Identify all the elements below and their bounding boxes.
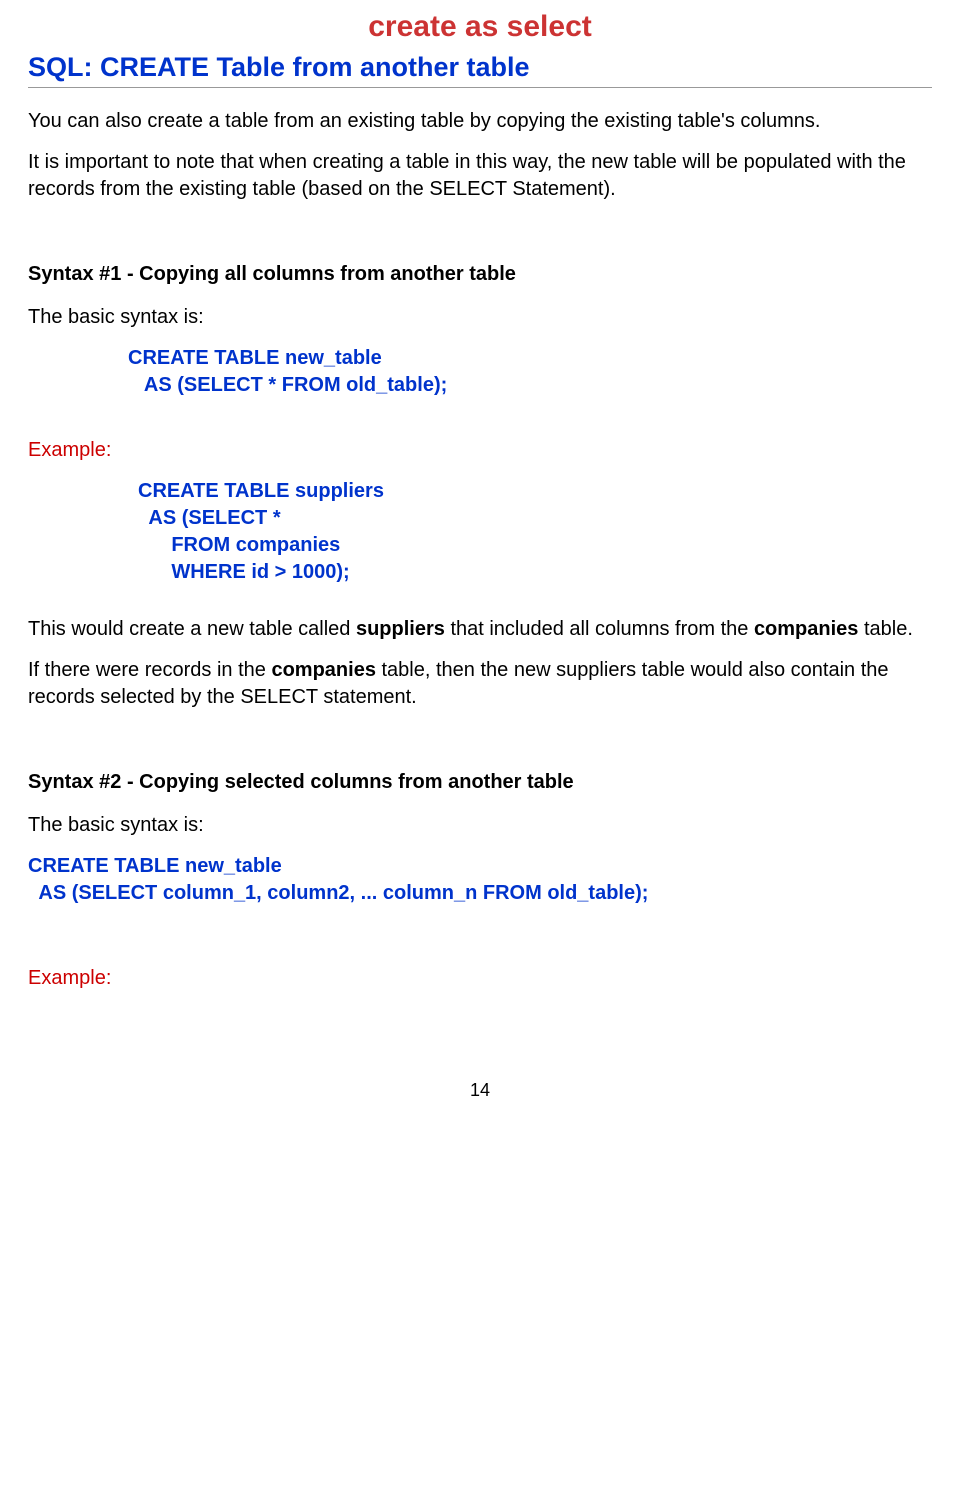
bold-term: companies: [271, 659, 375, 681]
example-label-2: Example:: [28, 967, 932, 990]
page-subtitle: SQL: CREATE Table from another table: [28, 52, 932, 83]
result-paragraph-1: This would create a new table called sup…: [28, 616, 932, 643]
document-page: create as select SQL: CREATE Table from …: [0, 0, 960, 1141]
syntax-2-code: CREATE TABLE new_table AS (SELECT column…: [28, 853, 932, 907]
syntax-2-heading: Syntax #2 - Copying selected columns fro…: [28, 771, 932, 794]
syntax-2-lead: The basic syntax is:: [28, 812, 932, 839]
syntax-1-code: CREATE TABLE new_table AS (SELECT * FROM…: [128, 345, 932, 399]
text: This would create a new table called: [28, 618, 356, 640]
page-title: create as select: [28, 10, 932, 44]
text: table.: [858, 618, 912, 640]
bold-term: companies: [754, 618, 858, 640]
bold-term: suppliers: [356, 618, 445, 640]
syntax-1-heading: Syntax #1 - Copying all columns from ano…: [28, 263, 932, 286]
intro-paragraph-1: You can also create a table from an exis…: [28, 108, 932, 135]
page-number: 14: [28, 1080, 932, 1101]
example-1-code: CREATE TABLE suppliers AS (SELECT * FROM…: [138, 478, 932, 586]
divider: [28, 87, 932, 88]
example-label-1: Example:: [28, 439, 932, 462]
intro-paragraph-2: It is important to note that when creati…: [28, 149, 932, 203]
text: If there were records in the: [28, 659, 271, 681]
text: that included all columns from the: [445, 618, 754, 640]
result-paragraph-2: If there were records in the companies t…: [28, 657, 932, 711]
syntax-1-lead: The basic syntax is:: [28, 304, 932, 331]
